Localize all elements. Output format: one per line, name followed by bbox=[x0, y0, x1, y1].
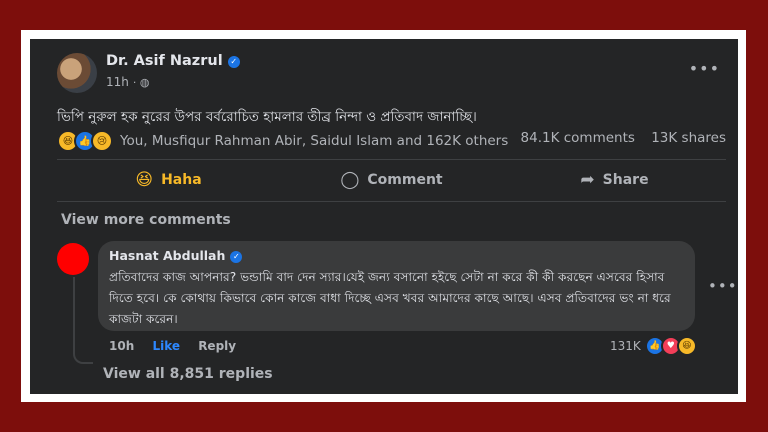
comment-text: প্রতিবাদের কাজ আপনার? ভন্ডামি বাদ দেন স্… bbox=[109, 270, 671, 326]
view-more-comments[interactable]: View more comments bbox=[61, 212, 231, 228]
comment-more-icon[interactable]: ••• bbox=[708, 277, 738, 295]
haha-label: Haha bbox=[161, 172, 202, 188]
post-more-icon[interactable]: ••• bbox=[689, 59, 720, 78]
comment-icon: ◯ bbox=[340, 170, 360, 190]
post-author-name[interactable]: Dr. Asif Nazrul bbox=[106, 53, 223, 69]
facebook-post-card: Dr. Asif Nazrul ✓ 11h · ◍ ••• ভিপি নুরুল হ… bbox=[30, 39, 738, 394]
comment-reaction-count: 131K bbox=[610, 339, 641, 353]
verified-icon: ✓ bbox=[227, 56, 240, 68]
reactions-text: You, Musfiqur Rahman Abir, Saidul Islam … bbox=[120, 133, 509, 149]
share-icon: ➦ bbox=[580, 170, 595, 190]
author-avatar[interactable] bbox=[57, 53, 97, 93]
haha-button[interactable]: 😆 Haha bbox=[57, 163, 280, 197]
comment-button[interactable]: ◯ Comment bbox=[280, 163, 503, 197]
globe-icon: · ◍ bbox=[132, 76, 150, 89]
comment-author[interactable]: Hasnat Abdullah ✓ bbox=[109, 248, 243, 263]
reaction-summary[interactable]: 😆 👍 😢 You, Musfiqur Rahman Abir, Saidul … bbox=[57, 130, 508, 152]
sad-icon: 😢 bbox=[91, 130, 113, 152]
post-time[interactable]: 11h bbox=[106, 75, 129, 89]
share-label: Share bbox=[602, 172, 649, 188]
comment-time[interactable]: 10h bbox=[109, 339, 134, 353]
commenter-avatar[interactable] bbox=[57, 243, 89, 275]
comment-reply-button[interactable]: Reply bbox=[198, 339, 236, 353]
comment-bubble: Hasnat Abdullah ✓ প্রতিবাদের কাজ আপনার? ভ… bbox=[98, 241, 695, 331]
divider bbox=[57, 201, 726, 202]
comments-count[interactable]: 84.1K comments bbox=[521, 130, 635, 146]
shares-count[interactable]: 13K shares bbox=[651, 130, 726, 146]
comment-actions: 10h Like Reply bbox=[109, 339, 250, 353]
haha-icon: 😆 bbox=[676, 336, 697, 356]
reply-thread-line bbox=[73, 277, 93, 364]
comment-like-button[interactable]: Like bbox=[152, 339, 180, 353]
engagement-counts: 84.1K comments 13K shares bbox=[521, 130, 726, 146]
post-actions: 😆 Haha ◯ Comment ➦ Share bbox=[57, 163, 726, 197]
comment-reactions[interactable]: 131K 👍 ♥ 😆 bbox=[610, 336, 697, 356]
post-meta: 11h · ◍ bbox=[106, 75, 149, 89]
view-all-replies[interactable]: View all 8,851 replies bbox=[103, 366, 273, 382]
verified-icon: ✓ bbox=[230, 251, 243, 263]
divider bbox=[57, 159, 726, 160]
comment-author-name[interactable]: Hasnat Abdullah bbox=[109, 248, 225, 263]
comment-label: Comment bbox=[367, 172, 443, 188]
haha-icon: 😆 bbox=[135, 170, 154, 190]
post-author[interactable]: Dr. Asif Nazrul ✓ bbox=[106, 53, 240, 69]
share-button[interactable]: ➦ Share bbox=[503, 163, 726, 197]
post-text: ভিপি নুরুল হক নুরের উপর বর্বরোচিত হামলার… bbox=[57, 109, 477, 125]
